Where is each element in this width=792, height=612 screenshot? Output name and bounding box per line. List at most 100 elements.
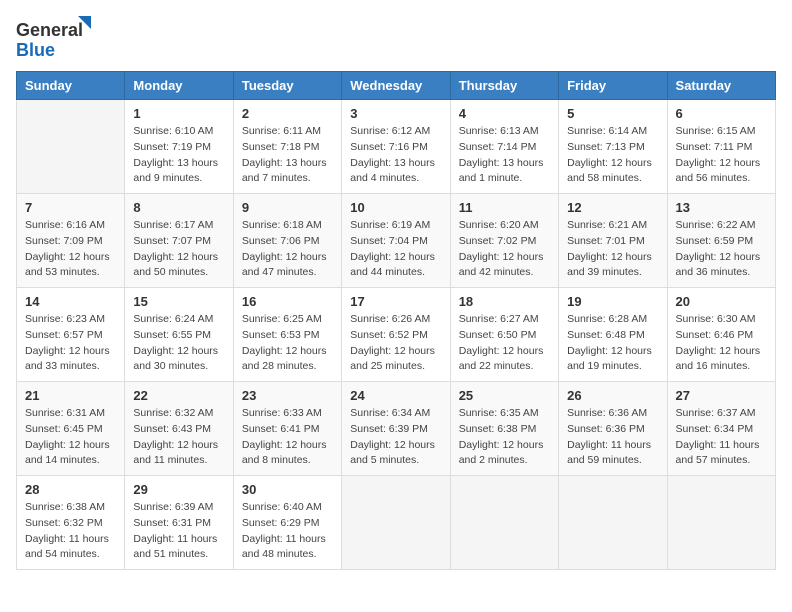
calendar-cell bbox=[667, 476, 775, 570]
calendar-cell: 3Sunrise: 6:12 AMSunset: 7:16 PMDaylight… bbox=[342, 100, 450, 194]
day-number: 2 bbox=[242, 106, 333, 121]
calendar-cell bbox=[17, 100, 125, 194]
calendar-cell: 28 Sunrise: 6:38 AMSunset: 6:32 PMDayligh… bbox=[17, 476, 125, 570]
calendar-cell: 14Sunrise: 6:23 AMSunset: 6:57 PMDayligh… bbox=[17, 288, 125, 382]
day-info: Sunrise: 6:19 AMSunset: 7:04 PMDaylight:… bbox=[350, 218, 441, 281]
day-info: Sunrise: 6:36 AMSunset: 6:36 PMDaylight:… bbox=[567, 406, 658, 469]
calendar-cell: 17 Sunrise: 6:26 AMSunset: 6:52 PMDayligh… bbox=[342, 288, 450, 382]
calendar-cell: 29 Sunrise: 6:39 AMSunset: 6:31 PMDayligh… bbox=[125, 476, 233, 570]
week-row-5: 28 Sunrise: 6:38 AMSunset: 6:32 PMDayligh… bbox=[17, 476, 776, 570]
calendar-cell: 4 Sunrise: 6:13 AMSunset: 7:14 PMDaylight… bbox=[450, 100, 558, 194]
calendar-cell: 30 Sunrise: 6:40 AMSunset: 6:29 PMDayligh… bbox=[233, 476, 341, 570]
calendar-cell: 15Sunrise: 6:24 AMSunset: 6:55 PMDayligh… bbox=[125, 288, 233, 382]
column-header-monday: Monday bbox=[125, 72, 233, 100]
day-number: 16 bbox=[242, 294, 333, 309]
calendar-cell: 13 Sunrise: 6:22 AMSunset: 6:59 PMDayligh… bbox=[667, 194, 775, 288]
day-number: 8 bbox=[133, 200, 224, 215]
day-number: 5 bbox=[567, 106, 658, 121]
column-header-sunday: Sunday bbox=[17, 72, 125, 100]
day-info: Sunrise: 6:22 AMSunset: 6:59 PMDaylight:… bbox=[676, 218, 767, 281]
day-info: Sunrise: 6:24 AMSunset: 6:55 PMDaylight:… bbox=[133, 312, 224, 375]
column-header-thursday: Thursday bbox=[450, 72, 558, 100]
day-info: Sunrise: 6:34 AMSunset: 6:39 PMDaylight:… bbox=[350, 406, 441, 469]
calendar-cell: 6 Sunrise: 6:15 AMSunset: 7:11 PMDaylight… bbox=[667, 100, 775, 194]
calendar-cell: 1 Sunrise: 6:10 AMSunset: 7:19 PMDaylight… bbox=[125, 100, 233, 194]
day-info: Sunrise: 6:10 AMSunset: 7:19 PMDaylight:… bbox=[133, 124, 224, 187]
week-row-3: 14Sunrise: 6:23 AMSunset: 6:57 PMDayligh… bbox=[17, 288, 776, 382]
day-number: 18 bbox=[459, 294, 550, 309]
day-number: 25 bbox=[459, 388, 550, 403]
day-info: Sunrise: 6:14 AMSunset: 7:13 PMDaylight:… bbox=[567, 124, 658, 187]
calendar-cell: 8 Sunrise: 6:17 AMSunset: 7:07 PMDaylight… bbox=[125, 194, 233, 288]
day-info: Sunrise: 6:27 AMSunset: 6:50 PMDaylight:… bbox=[459, 312, 550, 375]
day-info: Sunrise: 6:20 AMSunset: 7:02 PMDaylight:… bbox=[459, 218, 550, 281]
day-number: 1 bbox=[133, 106, 224, 121]
calendar-cell: 2 Sunrise: 6:11 AMSunset: 7:18 PMDaylight… bbox=[233, 100, 341, 194]
calendar-cell: 10 Sunrise: 6:19 AMSunset: 7:04 PMDayligh… bbox=[342, 194, 450, 288]
calendar-table: SundayMondayTuesdayWednesdayThursdayFrid… bbox=[16, 71, 776, 570]
day-info: Sunrise: 6:15 AMSunset: 7:11 PMDaylight:… bbox=[676, 124, 767, 187]
day-info: Sunrise: 6:40 AMSunset: 6:29 PMDaylight:… bbox=[242, 500, 333, 563]
week-row-2: 7 Sunrise: 6:16 AMSunset: 7:09 PMDaylight… bbox=[17, 194, 776, 288]
calendar-cell: 7 Sunrise: 6:16 AMSunset: 7:09 PMDaylight… bbox=[17, 194, 125, 288]
day-number: 12 bbox=[567, 200, 658, 215]
day-number: 10 bbox=[350, 200, 441, 215]
calendar-cell: 5 Sunrise: 6:14 AMSunset: 7:13 PMDaylight… bbox=[559, 100, 667, 194]
calendar-cell bbox=[559, 476, 667, 570]
column-header-friday: Friday bbox=[559, 72, 667, 100]
calendar-cell: 12 Sunrise: 6:21 AMSunset: 7:01 PMDayligh… bbox=[559, 194, 667, 288]
calendar-cell: 25 Sunrise: 6:35 AMSunset: 6:38 PMDayligh… bbox=[450, 382, 558, 476]
day-number: 11 bbox=[459, 200, 550, 215]
day-info: Sunrise: 6:16 AMSunset: 7:09 PMDaylight:… bbox=[25, 218, 116, 281]
day-info: Sunrise: 6:21 AMSunset: 7:01 PMDaylight:… bbox=[567, 218, 658, 281]
day-number: 22 bbox=[133, 388, 224, 403]
day-number: 4 bbox=[459, 106, 550, 121]
day-number: 21 bbox=[25, 388, 116, 403]
day-info: Sunrise: 6:38 AMSunset: 6:32 PMDaylight:… bbox=[25, 500, 116, 563]
calendar-cell: 16 Sunrise: 6:25 AMSunset: 6:53 PMDayligh… bbox=[233, 288, 341, 382]
day-number: 6 bbox=[676, 106, 767, 121]
calendar-cell: 22 Sunrise: 6:32 AMSunset: 6:43 PMDayligh… bbox=[125, 382, 233, 476]
calendar-cell: 26 Sunrise: 6:36 AMSunset: 6:36 PMDayligh… bbox=[559, 382, 667, 476]
calendar-cell: 21 Sunrise: 6:31 AMSunset: 6:45 PMDayligh… bbox=[17, 382, 125, 476]
page-header: GeneralBlue bbox=[16, 16, 776, 61]
day-info: Sunrise: 6:35 AMSunset: 6:38 PMDaylight:… bbox=[459, 406, 550, 469]
svg-text:Blue: Blue bbox=[16, 40, 55, 60]
day-info: Sunrise: 6:17 AMSunset: 7:07 PMDaylight:… bbox=[133, 218, 224, 281]
day-info: Sunrise: 6:18 AMSunset: 7:06 PMDaylight:… bbox=[242, 218, 333, 281]
calendar-cell: 20 Sunrise: 6:30 AMSunset: 6:46 PMDayligh… bbox=[667, 288, 775, 382]
calendar-cell: 18 Sunrise: 6:27 AMSunset: 6:50 PMDayligh… bbox=[450, 288, 558, 382]
day-number: 30 bbox=[242, 482, 333, 497]
calendar-cell bbox=[342, 476, 450, 570]
calendar-cell: 24Sunrise: 6:34 AMSunset: 6:39 PMDayligh… bbox=[342, 382, 450, 476]
day-number: 14 bbox=[25, 294, 116, 309]
week-row-4: 21 Sunrise: 6:31 AMSunset: 6:45 PMDayligh… bbox=[17, 382, 776, 476]
week-row-1: 1 Sunrise: 6:10 AMSunset: 7:19 PMDaylight… bbox=[17, 100, 776, 194]
day-info: Sunrise: 6:26 AMSunset: 6:52 PMDaylight:… bbox=[350, 312, 441, 375]
day-number: 29 bbox=[133, 482, 224, 497]
day-number: 19 bbox=[567, 294, 658, 309]
day-info: Sunrise: 6:31 AMSunset: 6:45 PMDaylight:… bbox=[25, 406, 116, 469]
day-info: Sunrise: 6:11 AMSunset: 7:18 PMDaylight:… bbox=[242, 124, 333, 187]
calendar-cell bbox=[450, 476, 558, 570]
day-info: Sunrise: 6:25 AMSunset: 6:53 PMDaylight:… bbox=[242, 312, 333, 375]
day-number: 20 bbox=[676, 294, 767, 309]
day-info: Sunrise: 6:13 AMSunset: 7:14 PMDaylight:… bbox=[459, 124, 550, 187]
day-number: 27 bbox=[676, 388, 767, 403]
day-info: Sunrise: 6:39 AMSunset: 6:31 PMDaylight:… bbox=[133, 500, 224, 563]
day-info: Sunrise: 6:32 AMSunset: 6:43 PMDaylight:… bbox=[133, 406, 224, 469]
calendar-header-row: SundayMondayTuesdayWednesdayThursdayFrid… bbox=[17, 72, 776, 100]
day-info: Sunrise: 6:12 AMSunset: 7:16 PMDaylight:… bbox=[350, 124, 441, 187]
day-info: Sunrise: 6:28 AMSunset: 6:48 PMDaylight:… bbox=[567, 312, 658, 375]
calendar-cell: 23Sunrise: 6:33 AMSunset: 6:41 PMDayligh… bbox=[233, 382, 341, 476]
day-number: 13 bbox=[676, 200, 767, 215]
column-header-saturday: Saturday bbox=[667, 72, 775, 100]
day-number: 26 bbox=[567, 388, 658, 403]
logo-svg: GeneralBlue bbox=[16, 16, 96, 61]
day-number: 17 bbox=[350, 294, 441, 309]
calendar-cell: 27 Sunrise: 6:37 AMSunset: 6:34 PMDayligh… bbox=[667, 382, 775, 476]
day-number: 28 bbox=[25, 482, 116, 497]
day-number: 7 bbox=[25, 200, 116, 215]
day-info: Sunrise: 6:30 AMSunset: 6:46 PMDaylight:… bbox=[676, 312, 767, 375]
day-info: Sunrise: 6:37 AMSunset: 6:34 PMDaylight:… bbox=[676, 406, 767, 469]
